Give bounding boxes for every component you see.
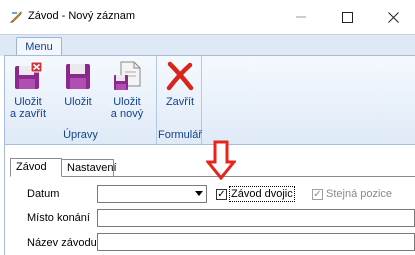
window-title: Závod - Nový záznam <box>28 10 135 22</box>
maximize-button[interactable] <box>324 0 370 34</box>
zavod-dvojic-label[interactable]: Závod dvojic <box>231 188 293 200</box>
zavod-dvojic-check-mark: ✓ <box>217 189 226 200</box>
save-close-icon <box>15 61 43 89</box>
save-button[interactable]: Uložit <box>58 60 98 108</box>
datum-dropdown-button[interactable] <box>192 186 206 202</box>
stejna-pozice-label: Stejná pozice <box>326 188 393 200</box>
tab-nastaveni[interactable]: Nastavení <box>62 159 117 177</box>
minimize-icon <box>296 16 306 18</box>
save-new-label-line1: Uložit <box>113 96 141 108</box>
red-down-arrow-icon <box>206 140 236 180</box>
close-window-button[interactable] <box>370 0 415 34</box>
tab-zavod[interactable]: Závod <box>10 158 62 177</box>
nazev-zavodu-input[interactable] <box>97 233 415 251</box>
save-close-label-line1: Uložit <box>14 96 42 108</box>
ribbon-group-upravy: Uložit a zavřít Uložit Uložit a nový Úpr… <box>5 56 157 144</box>
close-icon <box>387 11 399 23</box>
close-form-button[interactable]: Zavřít <box>160 60 200 108</box>
save-new-label-line2: a nový <box>110 108 144 120</box>
ribbon-group-formular: Zavřít Formulář <box>158 56 202 144</box>
app-icon <box>10 11 22 23</box>
red-x-close-icon <box>166 61 194 91</box>
save-and-new-button[interactable]: Uložit a nový <box>105 60 149 120</box>
misto-konani-label: Místo konání <box>27 212 90 224</box>
save-and-close-button[interactable]: Uložit a zavřít <box>8 60 48 120</box>
group-label-upravy: Úpravy <box>63 129 98 141</box>
title-bar: Závod - Nový záznam <box>0 0 415 34</box>
save-new-document-icon <box>114 61 141 90</box>
group-label-formular: Formulář <box>158 129 203 141</box>
ribbon-tab-row: Menu <box>0 34 415 58</box>
datum-select[interactable] <box>97 185 207 203</box>
datum-label: Datum <box>27 188 60 200</box>
maximize-icon <box>341 11 353 23</box>
chevron-down-icon <box>195 191 203 196</box>
nazev-zavodu-label: Název závodu <box>27 237 97 249</box>
zavod-dvojic-checkbox[interactable]: ✓ <box>216 189 227 200</box>
minimize-button[interactable] <box>278 0 324 34</box>
floppy-disk-icon <box>66 64 90 89</box>
save-label: Uložit <box>64 96 92 108</box>
stejna-pozice-checkbox[interactable]: ✓ <box>312 189 323 200</box>
save-close-label-line2: a zavřít <box>9 108 47 120</box>
misto-konani-input[interactable] <box>97 209 415 227</box>
stejna-pozice-check-mark: ✓ <box>313 189 322 200</box>
ribbon-panel: Uložit a zavřít Uložit Uložit a nový Úpr… <box>4 55 415 145</box>
close-form-label: Zavřít <box>165 96 195 108</box>
